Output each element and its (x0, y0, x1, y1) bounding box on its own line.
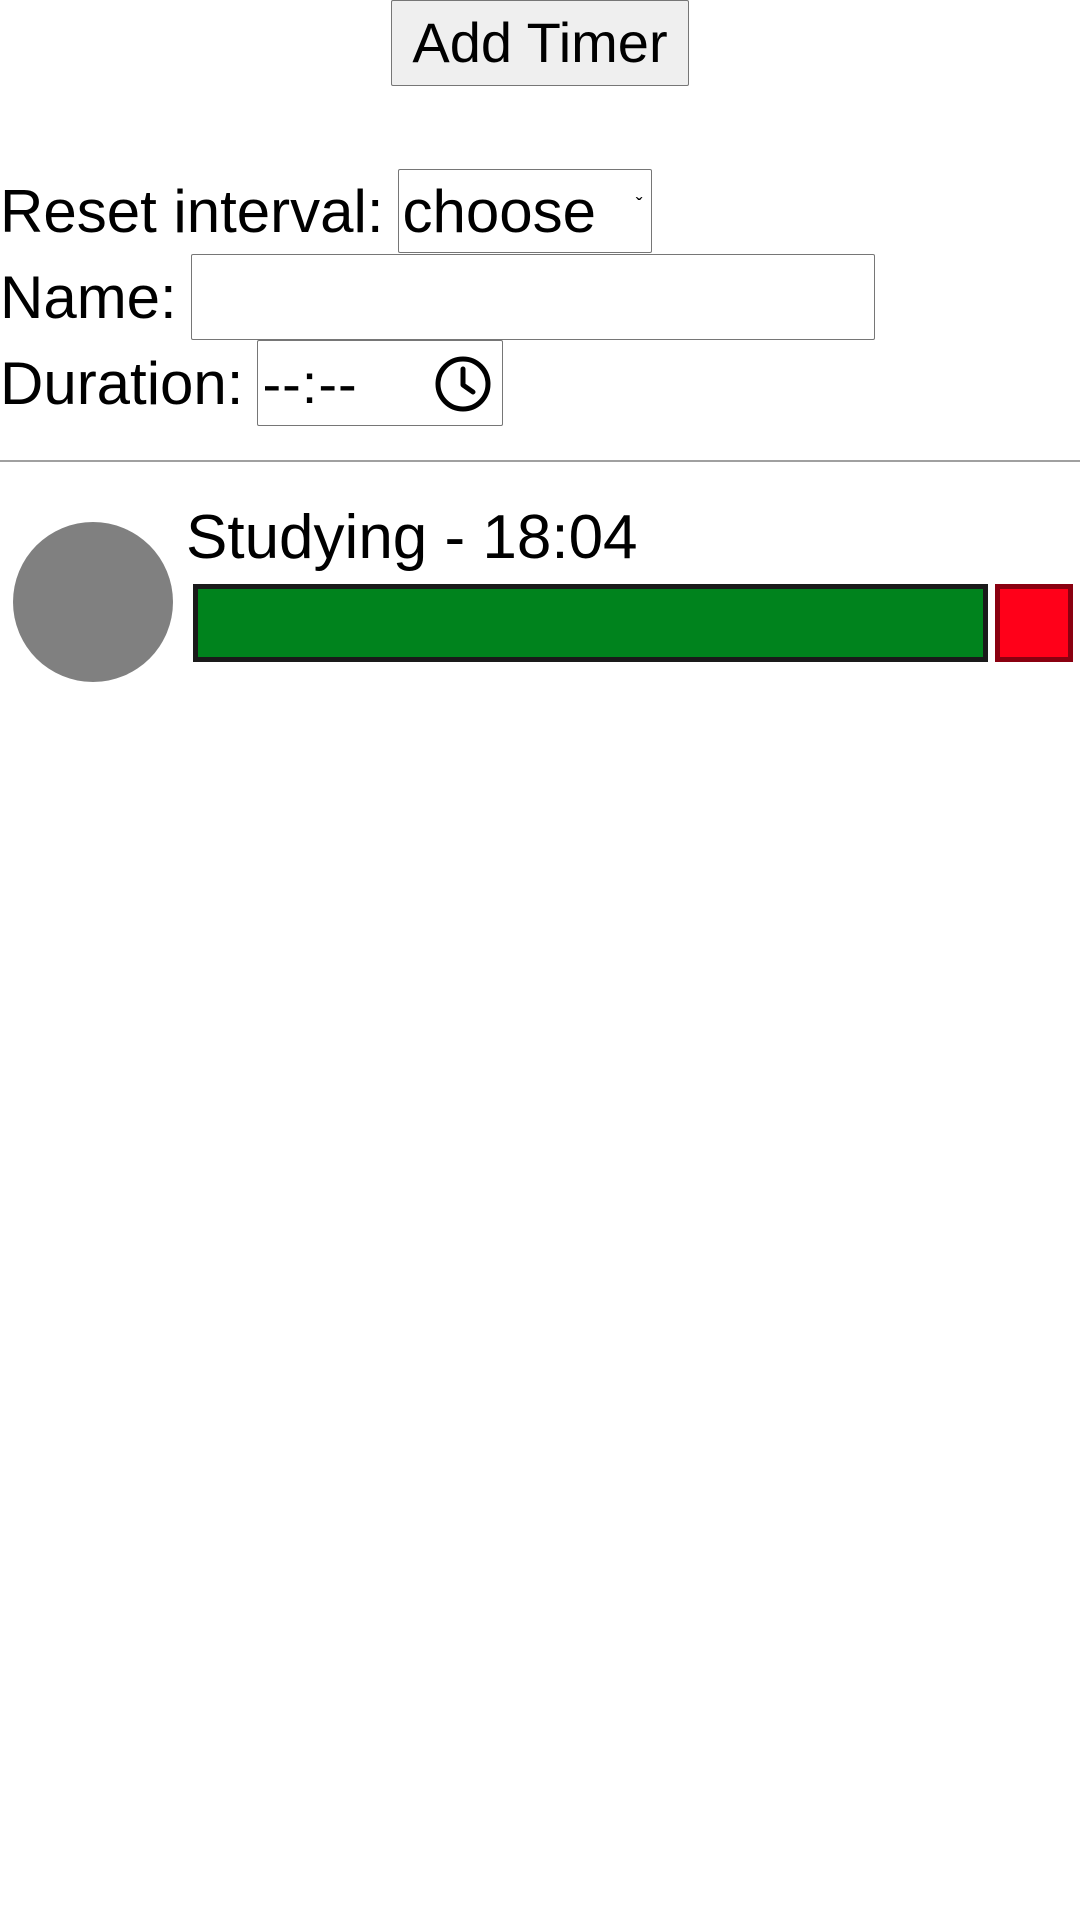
duration-input[interactable]: --:-- (257, 340, 504, 426)
duration-row: Duration: --:-- (0, 340, 504, 426)
timer-app: Add Timer Reset interval: choose ˇ Name:… (0, 0, 1080, 1920)
timer-avatar (13, 522, 173, 682)
reset-interval-value: choose (402, 177, 596, 245)
reset-interval-row: Reset interval: choose ˇ (0, 168, 652, 254)
timer-progress-bar (193, 584, 988, 662)
timer-title: Studying - 18:04 (186, 503, 638, 572)
name-row: Name: (0, 254, 875, 340)
add-timer-button[interactable]: Add Timer (391, 0, 689, 86)
divider (0, 460, 1080, 462)
chevron-down-icon: ˇ (635, 195, 643, 217)
name-label: Name: (0, 263, 177, 331)
timer-progress-fill (198, 589, 983, 657)
duration-label: Duration: (0, 349, 244, 417)
duration-value: --:-- (262, 351, 358, 415)
name-input[interactable] (190, 254, 875, 340)
reset-interval-select[interactable]: choose ˇ (397, 169, 652, 253)
reset-interval-label: Reset interval: (0, 177, 384, 245)
timer-stop-button[interactable] (995, 584, 1073, 662)
clock-icon[interactable] (434, 355, 492, 413)
